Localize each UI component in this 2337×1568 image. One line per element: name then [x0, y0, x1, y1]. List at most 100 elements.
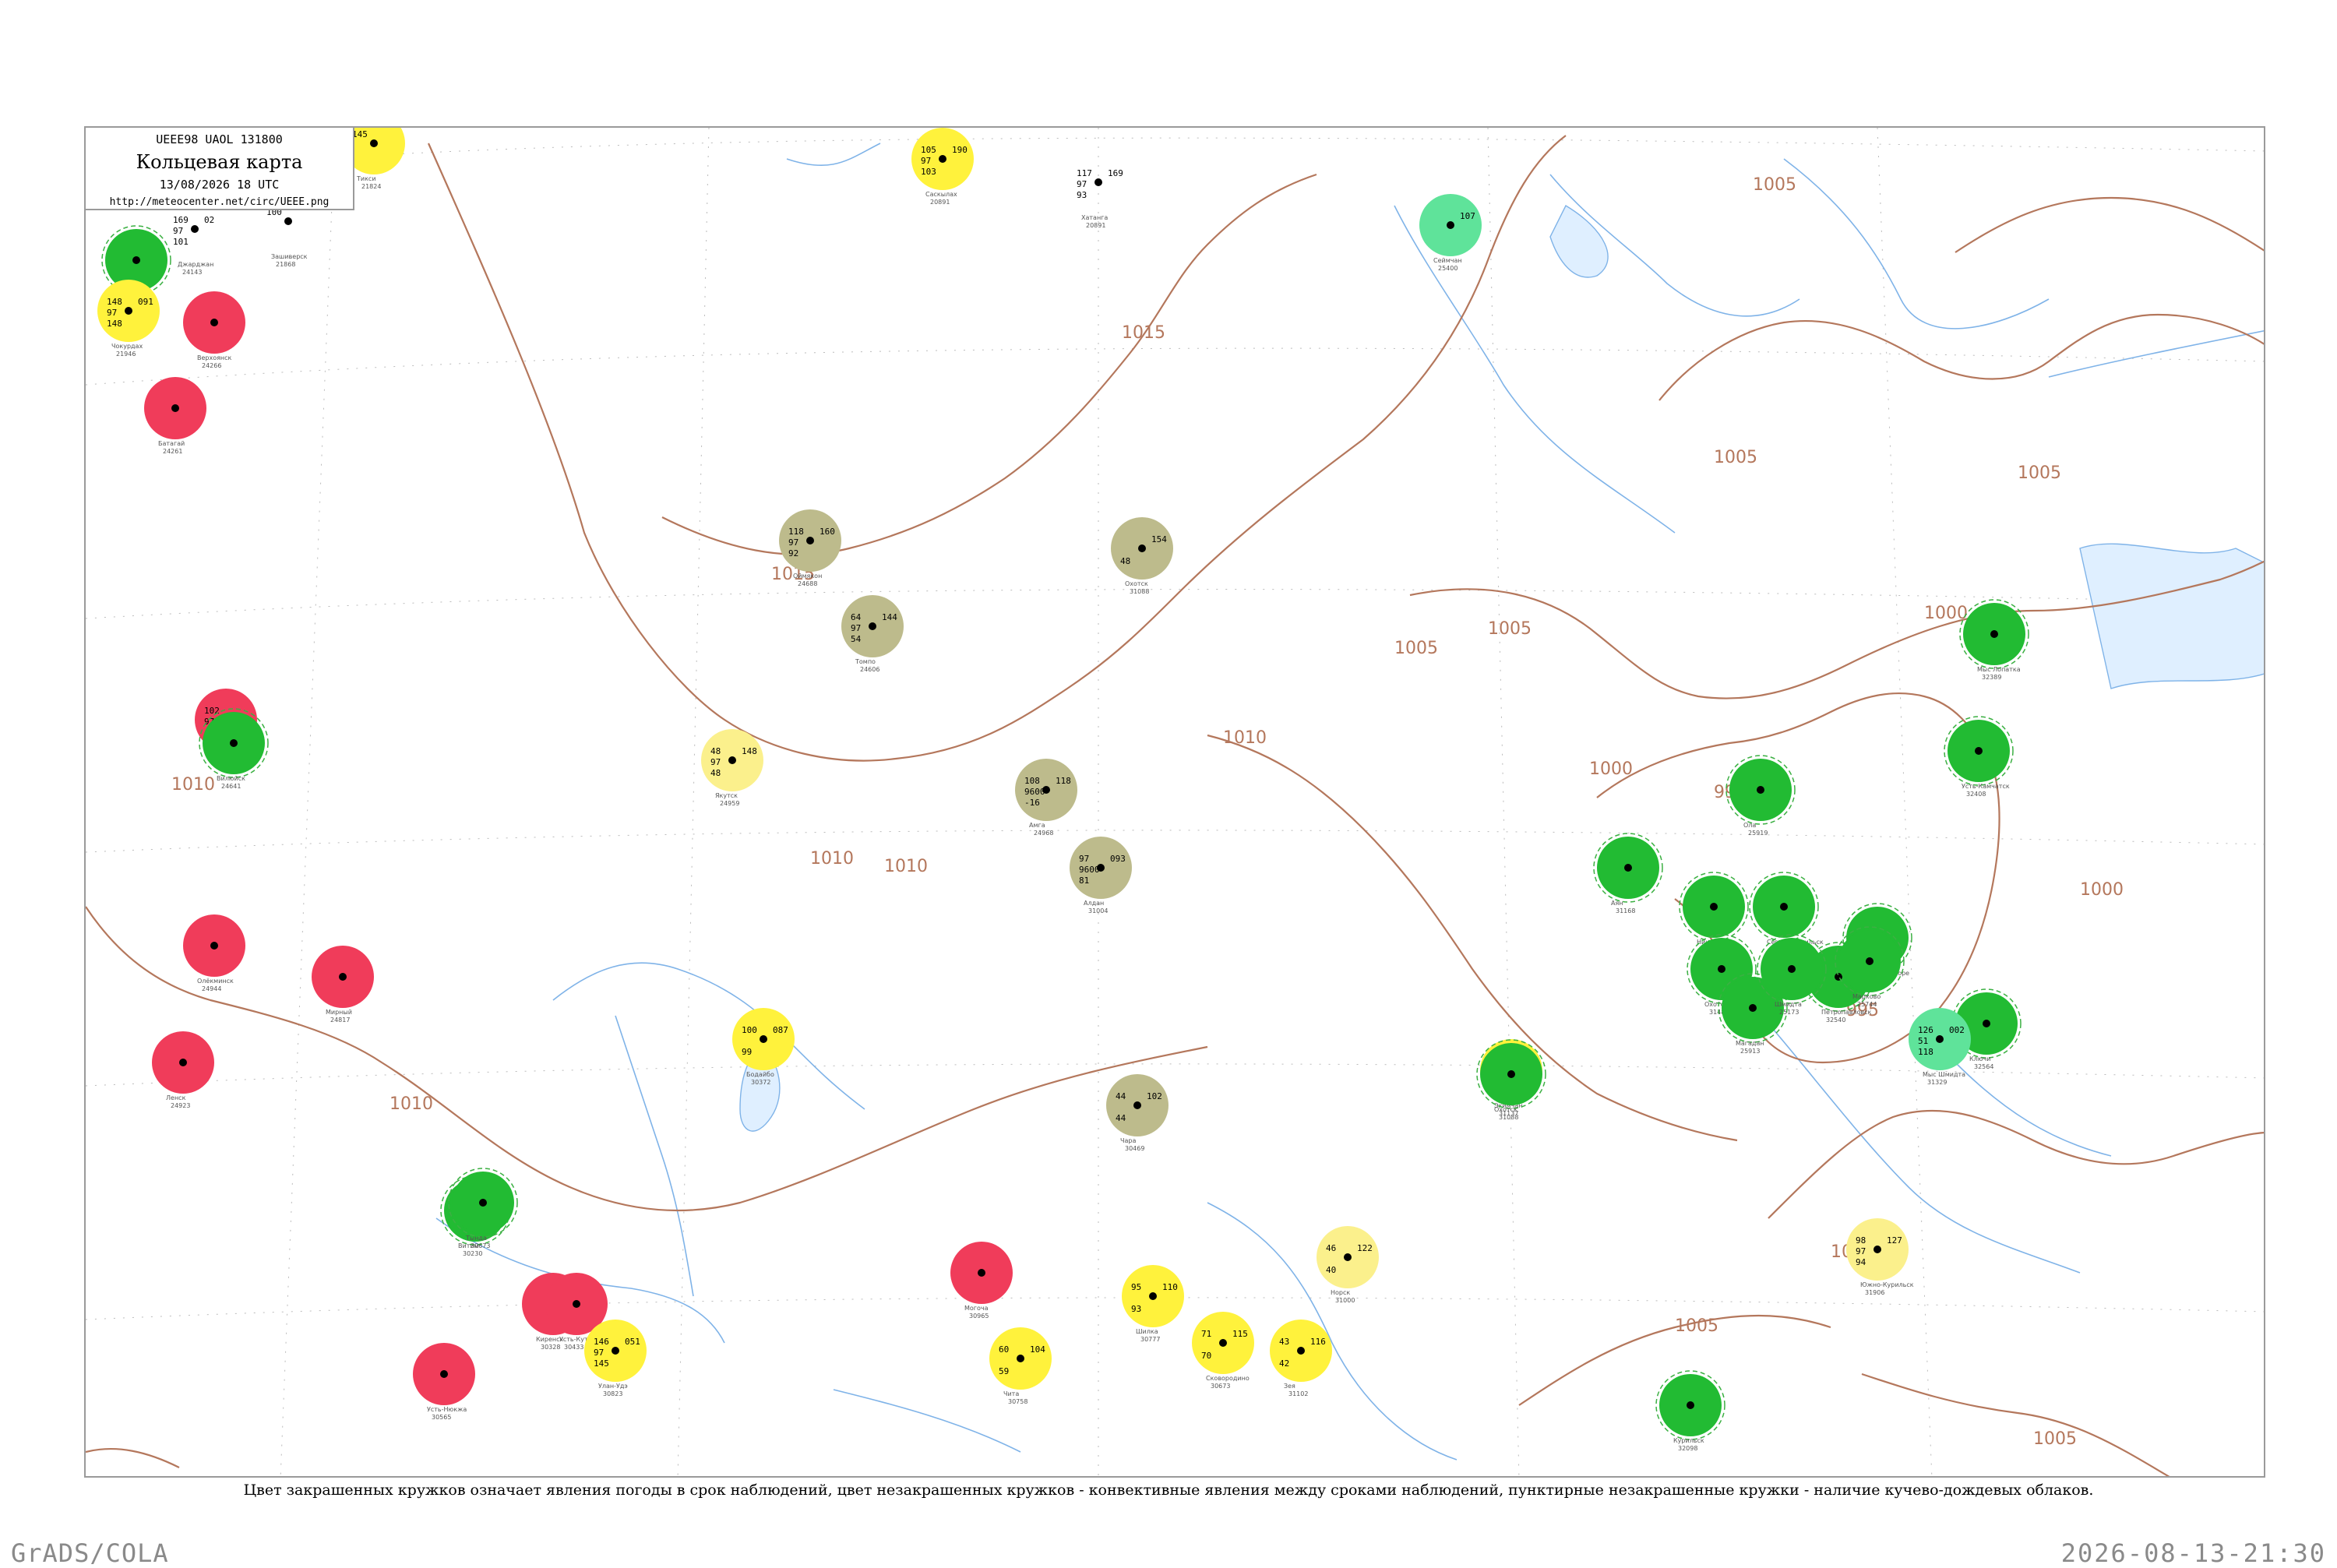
station-dewpoint: 145 — [594, 1358, 609, 1369]
station-visibility: 97 — [710, 757, 721, 767]
station-index: 24261 — [163, 448, 182, 455]
station-name: Чокурдах — [111, 343, 143, 350]
isobar-label: 1000 — [1924, 604, 1968, 623]
station-dot — [210, 942, 218, 950]
station-pressure: 160 — [820, 527, 835, 537]
station-marker[interactable]: 100 087 99 Бодайбо30372 — [732, 1008, 795, 1086]
station-dewpoint: 70 — [1201, 1351, 1211, 1361]
station-marker[interactable]: Батагай24261 — [144, 377, 206, 455]
station-dot — [171, 404, 179, 412]
station-marker[interactable]: Мирный24817 — [312, 946, 374, 1024]
isobar-label: 1010 — [1223, 728, 1267, 748]
station-index: 30758 — [1008, 1398, 1028, 1405]
station-name: Бодайбо — [746, 1071, 774, 1078]
source-url[interactable]: http://meteocenter.net/circ/UEEE.png — [86, 196, 353, 208]
station-dot — [1507, 1070, 1515, 1078]
station-marker[interactable]: 16997 02 101 Джарджан24143 — [173, 215, 214, 276]
station-name: Чита — [1003, 1390, 1019, 1397]
station-marker[interactable]: 4897 148 48 Якутск24959 — [701, 729, 763, 807]
station-temperature: 60 — [999, 1344, 1009, 1355]
station-visibility: 97 — [173, 226, 183, 236]
station-name: Магадан — [1736, 1040, 1764, 1047]
station-name: Шилка — [1136, 1328, 1158, 1335]
station-dot — [1718, 965, 1725, 973]
station-pressure: 148 — [742, 746, 757, 756]
station-marker[interactable]: Ола25919 — [1725, 755, 1796, 837]
station-marker[interactable]: 154 48 Охотск31088 — [1111, 517, 1173, 595]
station-marker[interactable]: 979600 093 81 Алдан31004 — [1070, 837, 1132, 914]
station-pressure: 093 — [1110, 854, 1126, 864]
isobar-label: 1000 — [1589, 759, 1633, 779]
station-marker[interactable]: Аян31168 — [1593, 833, 1663, 914]
station-dot — [1873, 1246, 1881, 1253]
station-name: Оймякон — [793, 573, 822, 580]
station-index: 24266 — [202, 362, 221, 369]
station-temperature: 118 — [788, 527, 804, 537]
station-marker[interactable]: 9897 127 94 Южно-Курильск31906 — [1846, 1218, 1914, 1296]
station-dot — [1624, 864, 1632, 872]
station-dewpoint: 101 — [173, 237, 189, 247]
station-index: 31168 — [1616, 907, 1635, 914]
station-dot — [1757, 786, 1764, 794]
station-marker[interactable]: 43 116 42 Зея31102 — [1270, 1320, 1332, 1397]
station-marker[interactable]: 14897 091 148 Чокурдах21946 — [97, 280, 160, 358]
station-name: Мыс Шмидта — [1923, 1071, 1965, 1078]
station-marker[interactable]: 11797 169 93 Хатанга20891 — [1077, 168, 1123, 229]
station-name: Мирный — [326, 1009, 352, 1016]
station-marker[interactable]: Усть-Камчатск32408 — [1944, 716, 2014, 798]
station-index: 31088 — [1130, 588, 1149, 595]
station-temperature: 105 — [921, 145, 936, 155]
station-pressure: 002 — [1949, 1025, 1965, 1035]
station-marker[interactable]: 1089600 118 -16 Амга24968 — [1015, 759, 1077, 837]
station-marker[interactable]: 14697 051 145 Улан-Удэ30823 — [584, 1320, 647, 1397]
station-dot — [728, 756, 736, 764]
weather-map: 1015 1015 1010 1010 1010 1010 1010 1005 … — [84, 126, 2265, 1478]
station-marker[interactable]: 60 104 59 Чита30758 — [989, 1327, 1052, 1405]
station-name: Амга — [1029, 822, 1045, 829]
station-dewpoint: 54 — [851, 634, 862, 644]
station-marker[interactable]: Олёкминск24944 — [183, 914, 245, 992]
station-visibility: 9600 — [1079, 865, 1100, 875]
station-visibility: 97 — [921, 156, 931, 166]
station-dot — [440, 1370, 448, 1378]
station-dot — [1710, 903, 1718, 911]
station-marker[interactable]: 44 102 44 Чара30469 — [1106, 1074, 1168, 1152]
station-marker[interactable]: 12651 002 118 Мыс Шмидта31329 — [1909, 1008, 1971, 1086]
station-dewpoint: 148 — [107, 319, 122, 329]
station-index: 20891 — [930, 199, 950, 206]
station-marker[interactable]: Курильск32098 — [1655, 1370, 1725, 1452]
station-dot — [1094, 178, 1102, 186]
grads-credit: GrADS/COLA — [11, 1538, 169, 1568]
station-name: Олёкминск — [197, 978, 234, 985]
station-dot — [179, 1059, 187, 1066]
stations-layer: 145Тикси21824100Зашиверск218681699702101… — [97, 128, 2029, 1452]
station-name: Тикси — [356, 175, 376, 182]
station-dewpoint: 93 — [1077, 190, 1087, 200]
station-temperature: 71 — [1201, 1329, 1211, 1339]
station-marker[interactable]: 71 115 70 Сковородино30673 — [1192, 1312, 1254, 1390]
station-marker[interactable]: 100Зашиверск21868 — [266, 207, 308, 268]
station-marker[interactable]: 95 110 93 Шилка30777 — [1122, 1265, 1184, 1343]
station-name: Батагай — [158, 440, 185, 447]
station-temperature: 126 — [1918, 1025, 1933, 1035]
station-dot — [1138, 544, 1146, 552]
station-marker[interactable]: Усть-Нюкжа30565 — [413, 1343, 475, 1421]
station-marker[interactable]: Могоча30965 — [950, 1242, 1013, 1320]
station-name: Верхоянск — [197, 354, 232, 361]
station-index: 24923 — [171, 1102, 190, 1109]
station-name: Норск — [1331, 1289, 1350, 1296]
station-marker[interactable]: 6497 144 54 Томпо24606 — [841, 595, 904, 673]
station-name: Могоча — [964, 1305, 989, 1312]
station-marker[interactable]: Верхоянск24266 — [183, 291, 245, 369]
station-index: 32389 — [1982, 674, 2001, 681]
station-marker[interactable]: Ленск24923 — [152, 1031, 214, 1109]
station-dot — [869, 622, 876, 630]
station-dot — [1133, 1101, 1141, 1109]
station-dot — [370, 139, 378, 147]
station-marker[interactable]: 107 Сеймчан25400 — [1419, 194, 1482, 272]
station-marker[interactable]: 46 122 40 Норск31000 — [1317, 1226, 1379, 1304]
station-pressure: 102 — [1147, 1091, 1162, 1101]
station-marker[interactable]: 10597 190 103 Саскылах20891 — [911, 128, 974, 206]
isobar-label: 1005 — [1394, 639, 1438, 658]
station-name: Тында — [465, 1235, 487, 1242]
